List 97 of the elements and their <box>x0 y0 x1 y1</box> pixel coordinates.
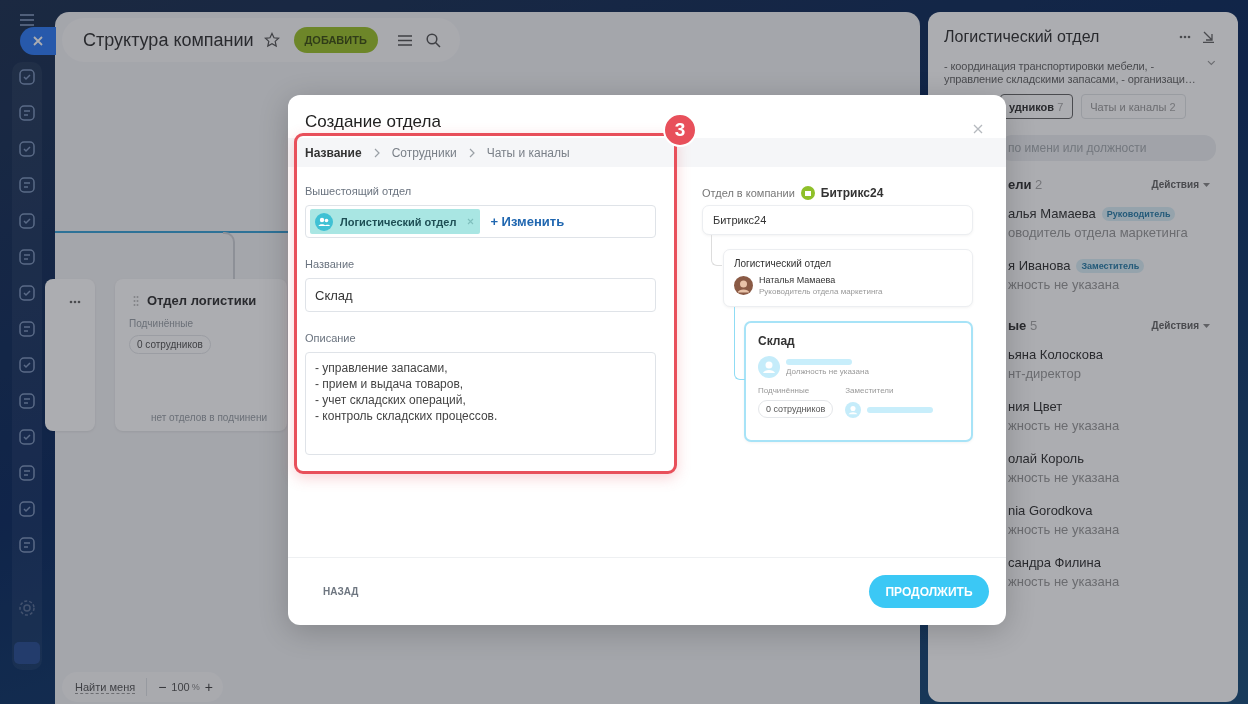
member-role: жность не указана <box>1008 277 1121 292</box>
member-name[interactable]: алья Мамаева <box>1008 206 1096 221</box>
connector-line <box>711 235 722 266</box>
remove-icon[interactable] <box>467 218 475 225</box>
dialog-title: Создание отдела <box>305 112 441 132</box>
app-icon[interactable] <box>18 176 36 194</box>
step-tab[interactable]: Сотрудники <box>391 145 457 160</box>
caret-icon <box>1203 323 1210 328</box>
user-placeholder-icon <box>845 401 862 418</box>
zoom-unit: % <box>191 682 200 692</box>
app-icon[interactable] <box>18 320 36 338</box>
member-role: жность не указана <box>1008 574 1121 589</box>
menu-icon[interactable] <box>397 34 412 46</box>
company-name: Битрикс24 <box>820 185 884 200</box>
change-link[interactable]: + Изменить <box>490 214 565 229</box>
find-me-link[interactable]: Найти меня <box>75 680 136 694</box>
star-icon[interactable] <box>263 32 280 48</box>
menu-icon[interactable] <box>18 14 35 26</box>
app-icon[interactable] <box>18 140 36 158</box>
department-description: - координация транспортировки мебели, - управление складскими запасами, - организаци… <box>944 60 1197 86</box>
member-role: нт-директор <box>1008 366 1082 381</box>
app-icon[interactable] <box>18 68 36 86</box>
zoom-in-button[interactable]: + <box>204 679 213 695</box>
more-icon[interactable] <box>1179 35 1191 39</box>
app-icon[interactable] <box>18 536 36 554</box>
app-icon[interactable] <box>18 104 36 122</box>
card-title: Битрикс24 <box>713 214 767 226</box>
group-icon <box>315 212 333 231</box>
member-role: жность не указана <box>1008 522 1121 537</box>
app-icon[interactable] <box>18 248 36 266</box>
chevron-icon <box>373 147 380 158</box>
app-tile[interactable] <box>14 642 40 664</box>
chevron-icon <box>468 147 475 158</box>
app-icon[interactable] <box>18 428 36 446</box>
zoom-value: 100 <box>171 681 190 693</box>
user-placeholder-icon <box>758 356 780 378</box>
page-title: Структура компании <box>83 29 254 51</box>
collapse-icon[interactable] <box>1203 31 1214 43</box>
more-icon[interactable] <box>69 300 81 304</box>
card-title: Отдел логистики <box>147 293 257 308</box>
empty-note: нет отделов в подчинени <box>151 412 268 423</box>
employee-count: 0 сотрудников <box>758 400 834 418</box>
department-card[interactable]: Отдел логистики Подчинённые 0 сотрудников нет отделов в подчинени <box>115 279 287 431</box>
close-icon[interactable] <box>973 124 983 134</box>
app-icon[interactable] <box>18 500 36 518</box>
role-badge: Руководитель <box>1101 206 1176 221</box>
app-icon[interactable] <box>18 464 36 482</box>
head-role: Должность не указана <box>786 366 869 376</box>
company-icon <box>800 185 815 200</box>
field-label: Описание <box>305 332 357 344</box>
member-name[interactable]: ьяна Колоскова <box>1008 347 1103 362</box>
member-role: жность не указана <box>1008 418 1121 433</box>
avatar <box>734 276 753 295</box>
employee-count: 0 сотрудников <box>129 335 211 354</box>
subordinates-label: Подчинённые <box>129 318 194 329</box>
subordinates-label: Подчинённые <box>758 386 810 395</box>
deputies-label: Заместители <box>845 386 894 395</box>
search-icon[interactable] <box>425 32 441 48</box>
department-chip[interactable]: Логистический отдел <box>310 209 481 234</box>
member-name[interactable]: олай Король <box>1008 451 1084 466</box>
parent-department-field[interactable]: Логистический отдел + Изменить <box>305 205 656 238</box>
member-name[interactable]: nia Gorodkova <box>1008 503 1093 518</box>
app-icon[interactable] <box>18 356 36 374</box>
member-role: оводитель отдела маркетинга <box>1008 225 1189 240</box>
name-placeholder <box>867 406 934 413</box>
head-name: Наталья Мамаева <box>759 275 837 285</box>
company-label: Отдел в компании <box>702 186 795 199</box>
chevron-down-icon[interactable] <box>1207 60 1216 66</box>
step-badge: 3 <box>663 113 697 147</box>
name-field[interactable]: Склад <box>305 278 656 312</box>
close-button[interactable] <box>20 27 56 55</box>
card-title: Логистический отдел <box>734 258 833 269</box>
app-icon[interactable] <box>18 284 36 302</box>
step-tab[interactable]: Чаты и каналы <box>486 145 570 160</box>
member-role: жность не указана <box>1008 470 1121 485</box>
caret-icon <box>1203 182 1210 187</box>
member-name[interactable]: я Иванова <box>1008 258 1071 273</box>
panel-title: Логистический отдел <box>944 28 1101 46</box>
field-label: Вышестоящий отдел <box>305 185 413 197</box>
app-icon[interactable] <box>18 392 36 410</box>
app-icon[interactable] <box>18 212 36 230</box>
zoom-out-button[interactable]: − <box>158 679 167 695</box>
actions-dropdown[interactable]: Действия <box>1151 320 1210 331</box>
member-name[interactable]: сандра Филина <box>1008 555 1101 570</box>
role-badge: Заместитель <box>1076 258 1145 273</box>
back-button[interactable]: НАЗАД <box>312 580 370 603</box>
name-placeholder <box>786 358 852 365</box>
card-title: Склад <box>758 334 796 348</box>
description-field[interactable]: - управление запасами, - прием и выдача товаров, - учет складских операций, - контроль складских процессов. <box>305 352 656 455</box>
member-name[interactable]: ния Цвет <box>1008 399 1063 414</box>
close-icon <box>32 35 44 47</box>
step-tab[interactable]: Название <box>305 145 362 160</box>
settings-icon[interactable] <box>17 598 37 618</box>
head-role: Руководитель отдела маркетинга <box>759 287 883 296</box>
drag-handle-icon[interactable] <box>133 294 139 307</box>
actions-dropdown[interactable]: Действия <box>1151 179 1210 190</box>
field-label: Название <box>305 258 356 270</box>
